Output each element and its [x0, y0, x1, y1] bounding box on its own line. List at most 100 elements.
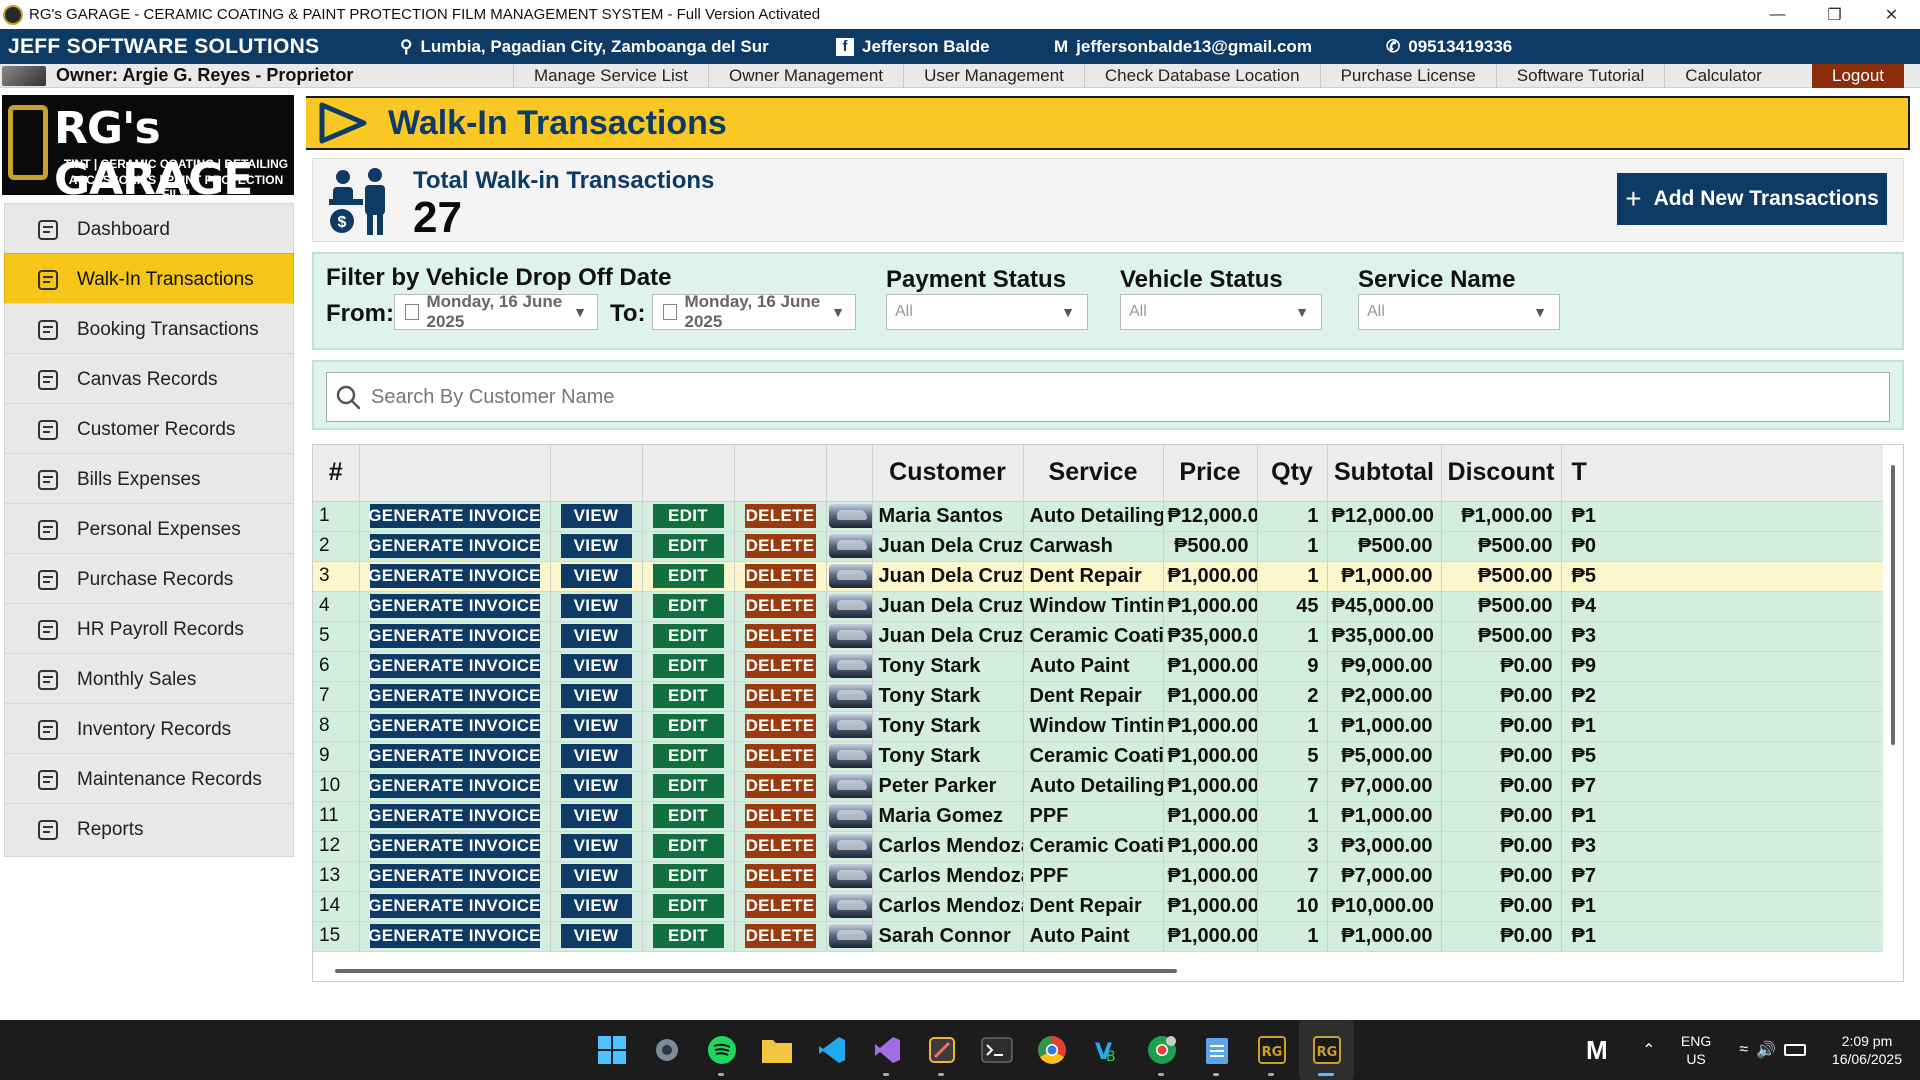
delete-button[interactable]: DELETE	[744, 684, 816, 708]
file-explorer-icon[interactable]	[749, 1020, 804, 1080]
sidebar-item-reports[interactable]: Reports	[4, 803, 294, 857]
table-row[interactable]: 14 GENERATE INVOICE VIEW EDIT DELETE Carlos M…	[313, 891, 1883, 922]
view-button[interactable]: VIEW	[560, 864, 632, 888]
vehicle-image[interactable]	[828, 504, 871, 528]
delete-button[interactable]: DELETE	[744, 504, 816, 528]
edit-button[interactable]: EDIT	[652, 804, 724, 828]
table-row[interactable]: 3 GENERATE INVOICE VIEW EDIT DELETE Juan Dela…	[313, 561, 1883, 592]
edit-button[interactable]: EDIT	[652, 594, 724, 618]
vehicle-image[interactable]	[828, 534, 871, 558]
vscode-icon[interactable]	[804, 1020, 859, 1080]
delete-button[interactable]: DELETE	[744, 774, 816, 798]
edit-button[interactable]: EDIT	[652, 624, 724, 648]
search-input[interactable]	[371, 385, 1771, 409]
delete-button[interactable]: DELETE	[744, 894, 816, 918]
sidebar-item-booking-transactions[interactable]: Booking Transactions	[4, 303, 294, 357]
edit-button[interactable]: EDIT	[652, 744, 724, 768]
vehicle-status-select[interactable]: All ▼	[1120, 294, 1322, 330]
col-header-customer[interactable]: Customer	[872, 445, 1024, 502]
vehicle-image[interactable]	[828, 834, 871, 858]
view-button[interactable]: VIEW	[560, 894, 632, 918]
add-new-transaction-button[interactable]: + Add New Transactions	[1617, 173, 1887, 225]
vehicle-image[interactable]	[828, 654, 871, 678]
delete-button[interactable]: DELETE	[744, 564, 816, 588]
snipping-tool-icon[interactable]	[914, 1020, 969, 1080]
view-button[interactable]: VIEW	[560, 504, 632, 528]
close-icon[interactable]: ✕	[1863, 0, 1920, 29]
battery-icon[interactable]	[1783, 1044, 1806, 1056]
sidebar-item-customer-records[interactable]: Customer Records	[4, 403, 294, 457]
logout-button[interactable]: Logout	[1812, 63, 1904, 88]
app-vs-icon[interactable]: VB	[1079, 1020, 1134, 1080]
delete-button[interactable]: DELETE	[744, 744, 816, 768]
generate-invoice-button[interactable]: GENERATE INVOICE	[368, 684, 541, 708]
rg-garage-taskbar-icon[interactable]: RG	[1244, 1020, 1299, 1080]
sidebar-item-maintenance-records[interactable]: Maintenance Records	[4, 753, 294, 807]
language-indicator[interactable]: ENG US	[1681, 1032, 1711, 1068]
terminal-icon[interactable]	[969, 1020, 1024, 1080]
menu-owner-management[interactable]: Owner Management	[708, 63, 903, 88]
vertical-scrollbar[interactable]	[1891, 465, 1895, 745]
view-button[interactable]: VIEW	[560, 714, 632, 738]
sidebar-item-monthly-sales[interactable]: Monthly Sales	[4, 653, 294, 707]
delete-button[interactable]: DELETE	[744, 864, 816, 888]
view-button[interactable]: VIEW	[560, 834, 632, 858]
view-button[interactable]: VIEW	[560, 924, 632, 948]
generate-invoice-button[interactable]: GENERATE INVOICE	[368, 714, 541, 738]
view-button[interactable]: VIEW	[560, 594, 632, 618]
chrome-profile-icon[interactable]	[1134, 1020, 1189, 1080]
edit-button[interactable]: EDIT	[652, 864, 724, 888]
menu-check-database-location[interactable]: Check Database Location	[1083, 63, 1320, 88]
vehicle-image[interactable]	[828, 714, 871, 738]
wifi-icon[interactable]: ≈	[1739, 1041, 1748, 1059]
menu-software-tutorial[interactable]: Software Tutorial	[1495, 63, 1665, 88]
service-name-select[interactable]: All ▼	[1358, 294, 1560, 330]
generate-invoice-button[interactable]: GENERATE INVOICE	[368, 564, 541, 588]
view-button[interactable]: VIEW	[560, 744, 632, 768]
col-header-service[interactable]: Service	[1023, 445, 1164, 502]
generate-invoice-button[interactable]: GENERATE INVOICE	[368, 654, 541, 678]
vehicle-image[interactable]	[828, 924, 871, 948]
generate-invoice-button[interactable]: GENERATE INVOICE	[368, 594, 541, 618]
sidebar-item-inventory-records[interactable]: Inventory Records	[4, 703, 294, 757]
sidebar-item-bills-expenses[interactable]: Bills Expenses	[4, 453, 294, 507]
to-date-picker[interactable]: Monday, 16 June 2025 ▼	[652, 292, 856, 331]
generate-invoice-button[interactable]: GENERATE INVOICE	[368, 804, 541, 828]
sidebar-item-canvas-records[interactable]: Canvas Records	[4, 353, 294, 407]
table-row[interactable]: 11 GENERATE INVOICE VIEW EDIT DELETE Maria Go…	[313, 801, 1883, 832]
to-date-checkbox[interactable]	[663, 304, 677, 320]
edit-button[interactable]: EDIT	[652, 894, 724, 918]
col-header-total[interactable]: T	[1561, 445, 1883, 502]
view-button[interactable]: VIEW	[560, 774, 632, 798]
table-row[interactable]: 2 GENERATE INVOICE VIEW EDIT DELETE Juan Dela…	[313, 531, 1883, 562]
delete-button[interactable]: DELETE	[744, 654, 816, 678]
settings-icon[interactable]	[639, 1020, 694, 1080]
generate-invoice-button[interactable]: GENERATE INVOICE	[368, 864, 541, 888]
start-menu-icon[interactable]	[584, 1020, 639, 1080]
vehicle-image[interactable]	[828, 774, 871, 798]
view-button[interactable]: VIEW	[560, 684, 632, 708]
edit-button[interactable]: EDIT	[652, 834, 724, 858]
volume-icon[interactable]: 🔊	[1756, 1040, 1776, 1060]
table-row[interactable]: 6 GENERATE INVOICE VIEW EDIT DELETE Tony Star…	[313, 651, 1883, 682]
sidebar-item-hr-payroll-records[interactable]: HR Payroll Records	[4, 603, 294, 657]
vehicle-image[interactable]	[828, 894, 871, 918]
delete-button[interactable]: DELETE	[744, 804, 816, 828]
col-header-price[interactable]: Price	[1163, 445, 1258, 502]
delete-button[interactable]: DELETE	[744, 594, 816, 618]
col-header-number[interactable]: #	[313, 445, 360, 502]
generate-invoice-button[interactable]: GENERATE INVOICE	[368, 774, 541, 798]
table-row[interactable]: 13 GENERATE INVOICE VIEW EDIT DELETE Carlos M…	[313, 861, 1883, 892]
table-row[interactable]: 15 GENERATE INVOICE VIEW EDIT DELETE Sarah Co…	[313, 921, 1883, 952]
menu-manage-service-list[interactable]: Manage Service List	[513, 63, 708, 88]
gmail-tray-icon[interactable]: M	[1577, 1035, 1617, 1066]
generate-invoice-button[interactable]: GENERATE INVOICE	[368, 834, 541, 858]
payment-status-select[interactable]: All ▼	[886, 294, 1088, 330]
edit-button[interactable]: EDIT	[652, 534, 724, 558]
edit-button[interactable]: EDIT	[652, 924, 724, 948]
col-header-delete[interactable]	[734, 445, 827, 502]
sidebar-item-purchase-records[interactable]: Purchase Records	[4, 553, 294, 607]
from-date-checkbox[interactable]	[405, 304, 419, 320]
view-button[interactable]: VIEW	[560, 654, 632, 678]
vehicle-image[interactable]	[828, 624, 871, 648]
